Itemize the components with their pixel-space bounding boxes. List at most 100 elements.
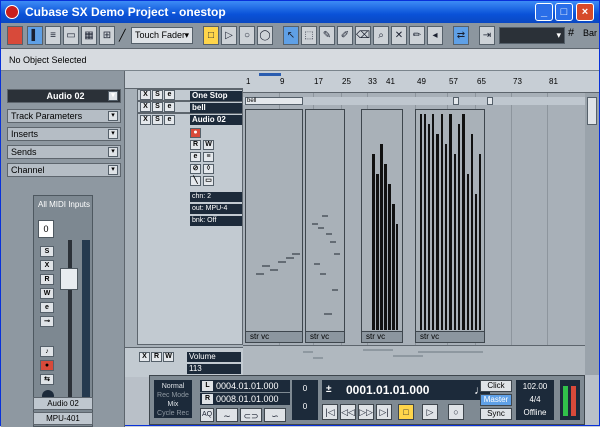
play-button[interactable]: ▷ (422, 404, 438, 420)
eq-button[interactable]: ⊸ (40, 316, 54, 327)
write-automation-button[interactable]: W (40, 288, 54, 299)
locator-range-bar[interactable] (259, 73, 281, 76)
zoom-tool[interactable]: ⌕ (373, 26, 389, 45)
track-solo-button[interactable]: S (152, 90, 163, 100)
midi-part[interactable]: str vc (361, 109, 403, 343)
volume-automation-track[interactable]: X R W Volume 113 (125, 347, 243, 377)
minimize-button[interactable]: _ (535, 3, 553, 21)
track-solo-button[interactable]: S (152, 102, 163, 112)
automation-mode-select[interactable]: Touch Fader ▾ (131, 27, 193, 44)
go-to-start-button[interactable]: |◁ (322, 404, 338, 420)
automation-mute-button[interactable]: X (139, 352, 150, 362)
scrollbar-thumb[interactable] (587, 97, 597, 125)
track-mute-button[interactable]: X (140, 115, 151, 125)
midi-part[interactable]: str vc (245, 109, 303, 343)
autoscroll-button[interactable]: ⇄ (453, 26, 469, 45)
record-mode-box[interactable]: Normal Rec Mode Mix Cycle Rec (154, 380, 192, 418)
track-write-button[interactable]: W (203, 140, 214, 150)
track-read-button[interactable]: R (190, 140, 201, 150)
track-mute-button[interactable]: X (140, 102, 151, 112)
forward-button[interactable]: ▷▷ (358, 404, 374, 420)
channel-name[interactable]: Audio 02 (33, 397, 93, 410)
track-timebase-button[interactable]: ◊ (203, 164, 214, 174)
master-button[interactable]: Master (480, 394, 512, 406)
close-button[interactable]: × (576, 3, 594, 21)
track-record-button[interactable]: ● (190, 128, 201, 138)
automation-parameter-name[interactable]: Volume (187, 352, 241, 362)
click-button[interactable]: Click (480, 380, 512, 392)
track-row-selected[interactable]: X S e Audio 02 ● R W e ≡ ⊘ ◊ ╲ ▭ chn: 2 … (137, 113, 243, 345)
snap-button[interactable]: ⇥ (479, 26, 495, 45)
maximize-button[interactable]: □ (555, 3, 573, 21)
right-locator[interactable]: R 0008.01.01.000 (200, 393, 290, 405)
bell-part[interactable]: bell (245, 97, 303, 105)
inserts-section[interactable]: Inserts ▾ (7, 127, 121, 141)
punch-out-button[interactable]: ∽ (264, 408, 286, 422)
input-routing[interactable]: All MIDI Inputs (36, 200, 92, 209)
track-row[interactable]: X S e bell (137, 101, 243, 113)
bell-part[interactable] (487, 97, 493, 105)
split-tool[interactable]: ✎ (319, 26, 335, 45)
show-pool-button[interactable]: ▦ (81, 26, 97, 45)
automation-lane[interactable] (243, 345, 585, 377)
stop-button[interactable]: □ (398, 404, 414, 420)
collapse-icon[interactable]: ▾ (108, 91, 118, 101)
track-lane-button[interactable]: ≡ (203, 152, 214, 162)
pre-post-roll-box[interactable]: 0 0 (292, 380, 318, 420)
erase-tool[interactable]: ⌫ (355, 26, 371, 45)
show-mixer-button[interactable]: ⊞ (99, 26, 115, 45)
go-to-end-button[interactable]: ▷| (376, 404, 392, 420)
draw-tool[interactable]: ✏ (409, 26, 425, 45)
edit-button[interactable]: e (40, 302, 54, 313)
vertical-scrollbar[interactable] (585, 93, 599, 375)
track-transpose-button[interactable]: ╲ (190, 176, 201, 186)
activate-project-button[interactable] (7, 26, 23, 45)
position-display[interactable]: ± 0001.01.01.000 ♩ (322, 380, 490, 400)
title-bar[interactable]: Cubase SX Demo Project - onestop _ □ × (1, 1, 599, 23)
track-mute-button[interactable]: X (140, 90, 151, 100)
section-toggle-icon[interactable]: ▾ (108, 111, 118, 121)
midi-part[interactable]: str vc (305, 109, 345, 343)
track-name[interactable]: Audio 02 (190, 115, 242, 125)
channel-section[interactable]: Channel ▾ (7, 163, 121, 177)
volume-fader-track[interactable] (68, 240, 72, 410)
track-name[interactable]: One Stop (190, 91, 242, 101)
show-overview-button[interactable]: ▭ (63, 26, 79, 45)
cubase-app-icon[interactable] (5, 5, 19, 19)
record-button[interactable]: ○ (448, 404, 464, 420)
range-tool[interactable]: ⬚ (301, 26, 317, 45)
cycle-toggle-button[interactable]: ⊂⊃ (240, 408, 262, 422)
left-locator[interactable]: L 0004.01.01.000 (200, 380, 290, 392)
solo-button[interactable]: S (40, 246, 54, 257)
track-name[interactable]: bell (190, 103, 242, 113)
auto-quantize-button[interactable]: AQ (200, 408, 214, 422)
midi-output-field[interactable]: out: MPU-4 (190, 204, 242, 214)
track-parameters-section[interactable]: Track Parameters ▾ (7, 109, 121, 123)
timeline-ruler[interactable]: 1 9 17 25 33 41 49 57 65 73 81 (243, 71, 599, 93)
show-inspector-button[interactable]: ▌ (27, 26, 43, 45)
automation-write-button[interactable]: W (163, 352, 174, 362)
event-display[interactable]: bell str vc str vc str vc str vc (243, 93, 585, 345)
bank-field[interactable]: bnk: Off (190, 216, 242, 226)
bell-part[interactable] (453, 97, 459, 105)
track-lock-button[interactable]: ⊘ (190, 164, 201, 174)
track-row[interactable]: X S e One Stop (137, 89, 243, 101)
track-edit-button[interactable]: e (164, 102, 175, 112)
channel-number[interactable]: 0 (38, 220, 54, 238)
track-folder-button[interactable]: ▭ (203, 176, 214, 186)
inspector-track-name[interactable]: Audio 02 ▾ (7, 89, 121, 103)
section-toggle-icon[interactable]: ▾ (108, 165, 118, 175)
midi-channel-field[interactable]: chn: 2 (190, 192, 242, 202)
track-solo-button[interactable]: S (152, 115, 163, 125)
grid-value-label[interactable]: Bar (583, 28, 597, 38)
sync-button[interactable]: Sync (480, 408, 512, 420)
volume-fader-handle[interactable] (60, 268, 78, 290)
section-toggle-icon[interactable]: ▾ (108, 147, 118, 157)
insert-button[interactable]: ⇆ (40, 374, 54, 385)
grid-type-select[interactable]: ▾ (499, 27, 565, 44)
section-toggle-icon[interactable]: ▾ (108, 129, 118, 139)
play-tool[interactable]: ◂ (427, 26, 443, 45)
record-enable-button[interactable]: ● (40, 360, 54, 371)
monitor-button[interactable]: ♪ (40, 346, 54, 357)
read-automation-button[interactable]: R (40, 274, 54, 285)
